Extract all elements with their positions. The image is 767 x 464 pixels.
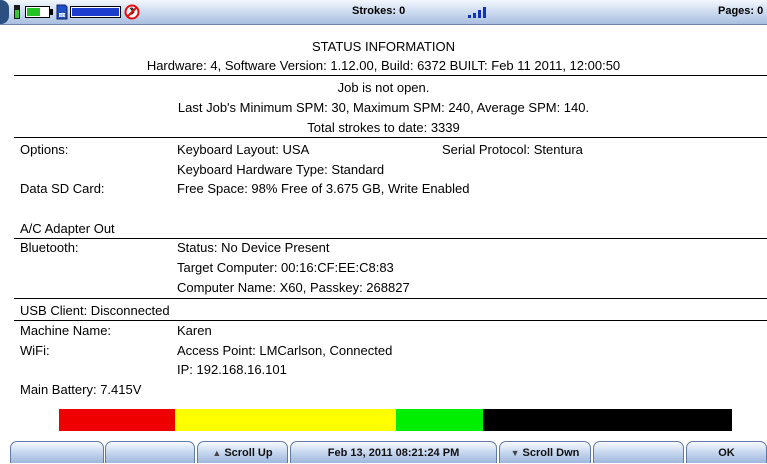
sd-card-icon: SD xyxy=(56,4,68,20)
bluetooth-target: Target Computer: 00:16:CF:EE:C8:83 xyxy=(177,260,394,275)
total-strokes: Total strokes to date: 3339 xyxy=(307,120,460,135)
sd-card-label: Data SD Card: xyxy=(20,181,105,196)
divider xyxy=(14,320,767,321)
strokes-count: Strokes: 0 xyxy=(352,5,406,17)
ac-adapter-status: A/C Adapter Out xyxy=(20,221,115,236)
scroll-up-label: Scroll Up xyxy=(224,447,273,459)
ok-label: OK xyxy=(718,447,735,459)
machine-name-label: Machine Name: xyxy=(20,323,112,338)
keyboard-layout: Keyboard Layout: USA xyxy=(177,142,310,157)
ok-button[interactable]: OK xyxy=(686,441,767,463)
wifi-access-point: Access Point: LMCarlson, Connected xyxy=(177,343,393,358)
battery-segment-red xyxy=(59,409,175,431)
divider xyxy=(14,75,767,76)
softkey-f6[interactable] xyxy=(593,441,684,463)
hardware-info: Hardware: 4, Software Version: 1.12.00, … xyxy=(146,58,621,73)
divider xyxy=(14,298,767,299)
scroll-up-button[interactable]: ▲ Scroll Up xyxy=(197,441,288,463)
bluetooth-status: Status: No Device Present xyxy=(177,240,330,255)
scroll-down-label: Scroll Dwn xyxy=(522,447,580,459)
softkey-f1[interactable] xyxy=(10,441,104,463)
serial-protocol: Serial Protocol: Stentura xyxy=(442,142,583,157)
battery-icon xyxy=(25,6,53,18)
keyboard-hardware-type: Keyboard Hardware Type: Standard xyxy=(177,162,385,177)
bluetooth-label: Bluetooth: xyxy=(20,240,79,255)
pages-count: Pages: 0 xyxy=(718,5,764,17)
page-title: STATUS INFORMATION xyxy=(312,39,455,54)
status-bar-cap xyxy=(0,0,9,24)
machine-name-value: Karen xyxy=(177,323,212,338)
job-spm: Last Job's Minimum SPM: 30, Maximum SPM:… xyxy=(177,100,590,115)
divider xyxy=(14,238,767,239)
wifi-label: WiFi: xyxy=(20,343,50,358)
bluetooth-computer: Computer Name: X60, Passkey: 268827 xyxy=(177,280,410,295)
usb-client-status: USB Client: Disconnected xyxy=(20,303,170,318)
datetime-button[interactable]: Feb 13, 2011 08:21:24 PM xyxy=(290,441,497,463)
sd-capacity-icon xyxy=(70,6,121,18)
main-battery-voltage: Main Battery: 7.415V xyxy=(20,382,142,397)
no-bluetooth-icon xyxy=(124,4,140,20)
status-information-panel: STATUS INFORMATION Hardware: 4, Software… xyxy=(0,25,767,432)
svg-text:SD: SD xyxy=(59,13,65,18)
status-bar: SD Strokes: 0 Pages: 0 xyxy=(0,0,767,25)
wifi-ip: IP: 192.168.16.101 xyxy=(177,362,287,377)
datetime-label: Feb 13, 2011 08:21:24 PM xyxy=(327,447,460,459)
usb-power-icon xyxy=(14,5,20,19)
triangle-up-icon: ▲ xyxy=(212,448,222,458)
job-status: Job is not open. xyxy=(337,80,430,95)
options-label: Options: xyxy=(20,142,69,157)
sd-card-value: Free Space: 98% Free of 3.675 GB, Write … xyxy=(177,181,470,196)
battery-segment-yellow xyxy=(175,409,396,431)
divider xyxy=(14,137,767,138)
battery-segment-green xyxy=(396,409,483,431)
triangle-down-icon: ▼ xyxy=(510,448,520,458)
softkey-f2[interactable] xyxy=(105,441,195,463)
scroll-down-button[interactable]: ▼ Scroll Dwn xyxy=(499,441,591,463)
battery-segment-empty xyxy=(483,409,732,431)
battery-level-gauge xyxy=(59,409,732,431)
signal-strength-icon xyxy=(468,7,486,18)
